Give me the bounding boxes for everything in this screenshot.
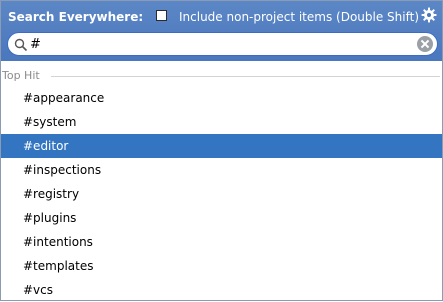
search-box	[7, 32, 438, 56]
result-item[interactable]: #plugins	[1, 206, 442, 230]
results-list: #appearance #system #editor #inspections…	[1, 86, 442, 302]
popup-title: Search Everywhere:	[8, 10, 144, 24]
popup-header: Search Everywhere: Include non-project i…	[1, 1, 442, 61]
result-item[interactable]: #registry	[1, 182, 442, 206]
result-item[interactable]: #system	[1, 110, 442, 134]
clear-icon[interactable]	[417, 36, 433, 52]
result-item[interactable]: #inspections	[1, 158, 442, 182]
result-item-selected[interactable]: #editor	[1, 134, 442, 158]
group-divider	[51, 76, 440, 77]
result-item[interactable]: #appearance	[1, 86, 442, 110]
group-header: Top Hit	[1, 69, 442, 83]
result-item[interactable]: #templates	[1, 254, 442, 278]
include-non-project-label[interactable]: Include non-project items (Double Shift)	[179, 10, 419, 24]
result-item[interactable]: #vcs	[1, 278, 442, 302]
search-everywhere-popup: Search Everywhere: Include non-project i…	[0, 0, 443, 301]
include-non-project-checkbox[interactable]	[156, 10, 167, 21]
group-label: Top Hit	[2, 69, 44, 82]
result-item[interactable]: #intentions	[1, 230, 442, 254]
search-icon	[14, 38, 28, 52]
search-input[interactable]	[30, 35, 400, 53]
gear-icon[interactable]	[421, 7, 437, 23]
